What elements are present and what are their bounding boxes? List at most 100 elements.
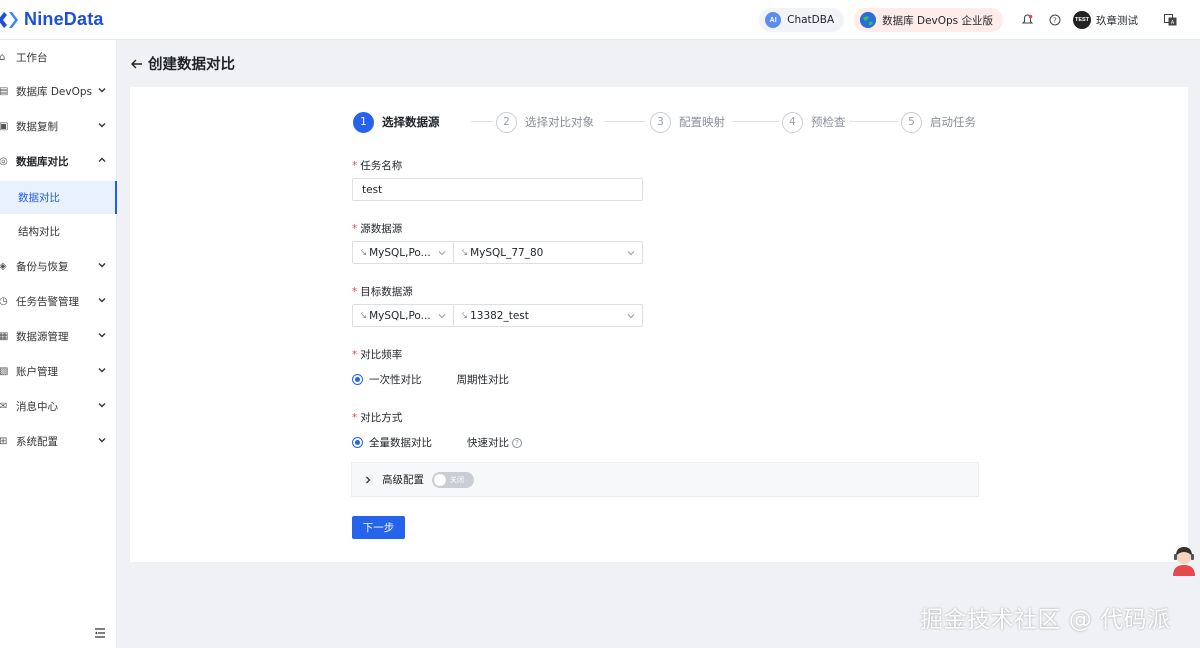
source-instance-select[interactable]: ⤥ MySQL_77_80 bbox=[454, 242, 642, 263]
compare-icon: ◎ bbox=[0, 155, 8, 167]
sidebar-item-db-compare[interactable]: ◎ 数据库对比 bbox=[0, 144, 117, 178]
toggle-knob bbox=[434, 473, 446, 486]
help-icon[interactable]: ? bbox=[512, 437, 522, 448]
sidebar-item-label: 任务告警管理 bbox=[16, 295, 79, 308]
step-number: 1 bbox=[353, 111, 374, 133]
advanced-config-panel[interactable]: 高级配置 关闭 bbox=[351, 462, 979, 497]
required-mark: * bbox=[352, 412, 358, 424]
sidebar-item-backup[interactable]: ◈ 备份与恢复 bbox=[0, 249, 117, 283]
step-number: 2 bbox=[496, 111, 517, 133]
sidebar-item-label: 工作台 bbox=[16, 51, 48, 64]
account-icon: ▧ bbox=[0, 365, 9, 377]
chevron-down-icon bbox=[98, 88, 106, 93]
sidebar-sub-structure-compare[interactable]: 结构对比 bbox=[0, 215, 117, 248]
sidebar-item-account[interactable]: ▧ 账户管理 bbox=[0, 354, 117, 388]
chevron-down-icon bbox=[438, 251, 446, 256]
edition-label: 数据库 DevOps 企业版 bbox=[882, 14, 993, 27]
message-icon: ✉ bbox=[0, 400, 8, 412]
radio-periodic[interactable]: 周期性对比 bbox=[439, 372, 510, 387]
chevron-down-icon bbox=[98, 368, 106, 373]
radio-label: 周期性对比 bbox=[456, 374, 510, 386]
svg-text:A: A bbox=[1170, 20, 1174, 26]
sidebar-item-label: 消息中心 bbox=[16, 400, 58, 413]
settings-icon: ⊞ bbox=[0, 435, 8, 447]
help-icon[interactable]: ? bbox=[1047, 12, 1063, 28]
step-number: 3 bbox=[650, 111, 671, 133]
sidebar-item-label: 账户管理 bbox=[16, 365, 58, 378]
task-name-input[interactable]: test bbox=[352, 178, 643, 201]
next-step-button[interactable]: 下一步 bbox=[352, 516, 405, 539]
language-icon[interactable]: A bbox=[1162, 12, 1178, 28]
sidebar-item-settings[interactable]: ⊞ 系统配置 bbox=[0, 424, 117, 458]
mysql-icon: ⤥ bbox=[462, 247, 468, 258]
radio-circle bbox=[450, 437, 461, 448]
datasource-icon: ▦ bbox=[0, 330, 9, 342]
sidebar-sub-data-compare[interactable]: 数据对比 bbox=[0, 181, 117, 214]
method-radio-group: 全量数据对比 快速对比 ? bbox=[352, 435, 540, 450]
sidebar-item-label: 数据复制 bbox=[16, 120, 58, 133]
step-2: 2 选择对比对象 bbox=[496, 111, 594, 133]
sidebar-item-label: 数据库对比 bbox=[16, 155, 69, 168]
source-type-select[interactable]: ⤥ MySQL,Po... bbox=[353, 242, 454, 263]
radio-label: 全量数据对比 bbox=[369, 437, 432, 449]
toggle-text: 关闭 bbox=[450, 475, 464, 484]
sidebar-collapse-icon[interactable] bbox=[94, 628, 106, 638]
label-text: 对比方式 bbox=[360, 412, 403, 424]
form-card: 1 选择数据源 2 选择对比对象 3 配置映射 4 预检查 5 启动任务 * 任务… bbox=[130, 87, 1188, 562]
radio-quick-compare[interactable]: 快速对比 ? bbox=[450, 435, 522, 450]
user-name[interactable]: 玖章测试 bbox=[1096, 13, 1138, 28]
step-1: 1 选择数据源 bbox=[353, 111, 440, 133]
label-text: 对比频率 bbox=[360, 349, 403, 361]
label-text: 源数据源 bbox=[360, 223, 403, 235]
label-text: 任务名称 bbox=[360, 160, 403, 172]
chevron-right-icon bbox=[366, 476, 371, 483]
step-label: 配置映射 bbox=[679, 115, 725, 129]
advanced-toggle[interactable]: 关闭 bbox=[432, 471, 474, 488]
back-arrow-icon[interactable] bbox=[130, 57, 144, 71]
step-number: 4 bbox=[782, 111, 803, 133]
sidebar-item-devops[interactable]: ▤ 数据库 DevOps bbox=[0, 74, 117, 108]
page-title-bar: 创建数据对比 bbox=[130, 53, 235, 74]
edition-switch-button[interactable]: 数据库 DevOps 企业版 bbox=[854, 8, 1003, 32]
home-icon: ⌂ bbox=[0, 51, 6, 63]
chevron-down-icon bbox=[98, 263, 106, 268]
page-title: 创建数据对比 bbox=[148, 57, 235, 73]
method-label: * 对比方式 bbox=[352, 410, 402, 425]
radio-one-time[interactable]: 一次性对比 bbox=[352, 372, 422, 387]
select-value: MySQL_77_80 bbox=[470, 246, 544, 259]
task-name-label: * 任务名称 bbox=[352, 158, 402, 173]
sidebar-sub-label: 数据对比 bbox=[18, 192, 60, 204]
target-instance-select[interactable]: ⤥ 13382_test bbox=[454, 305, 642, 326]
brand-logo[interactable]: NineData bbox=[0, 0, 104, 40]
chevron-down-icon bbox=[98, 438, 106, 443]
sidebar-item-label: 系统配置 bbox=[16, 435, 58, 448]
chevron-down-icon bbox=[98, 123, 106, 128]
frequency-radio-group: 一次性对比 周期性对比 bbox=[352, 372, 527, 387]
step-connector bbox=[471, 121, 493, 122]
sidebar-item-datasource[interactable]: ▦ 数据源管理 bbox=[0, 319, 117, 353]
sidebar-item-alerts[interactable]: ◷ 任务告警管理 bbox=[0, 284, 117, 318]
advanced-label: 高级配置 bbox=[382, 474, 424, 486]
target-type-select[interactable]: ⤥ MySQL,Po... bbox=[353, 305, 454, 326]
replication-icon: ▣ bbox=[0, 120, 9, 132]
frequency-label: * 对比频率 bbox=[352, 347, 402, 362]
select-value: 13382_test bbox=[470, 309, 529, 322]
sidebar-item-workbench[interactable]: ⌂ 工作台 bbox=[0, 40, 117, 74]
step-label: 选择对比对象 bbox=[525, 115, 594, 129]
sidebar-item-messages[interactable]: ✉ 消息中心 bbox=[0, 389, 117, 423]
mysql-icon: ⤥ bbox=[361, 310, 367, 321]
chatdba-button[interactable]: AI ChatDBA bbox=[759, 8, 845, 32]
header-actions: AI ChatDBA 数据库 DevOps 企业版 ? TEST 玖章测试 A bbox=[759, 0, 1184, 40]
watermark-text: 掘金技术社区 @ 代码派 bbox=[920, 607, 1171, 633]
sidebar-sub-label: 结构对比 bbox=[18, 226, 60, 238]
support-assistant-icon[interactable] bbox=[1170, 542, 1198, 576]
bell-icon[interactable] bbox=[1019, 12, 1035, 28]
sidebar-item-label: 数据库 DevOps bbox=[16, 85, 92, 98]
radio-full-compare[interactable]: 全量数据对比 bbox=[352, 435, 432, 450]
globe-icon bbox=[860, 12, 877, 28]
avatar[interactable]: TEST bbox=[1073, 11, 1091, 29]
sidebar-item-replication[interactable]: ▣ 数据复制 bbox=[0, 109, 117, 143]
source-select-group: ⤥ MySQL,Po... ⤥ MySQL_77_80 bbox=[352, 241, 643, 264]
step-connector bbox=[850, 121, 898, 122]
sidebar-item-label: 备份与恢复 bbox=[16, 260, 69, 273]
